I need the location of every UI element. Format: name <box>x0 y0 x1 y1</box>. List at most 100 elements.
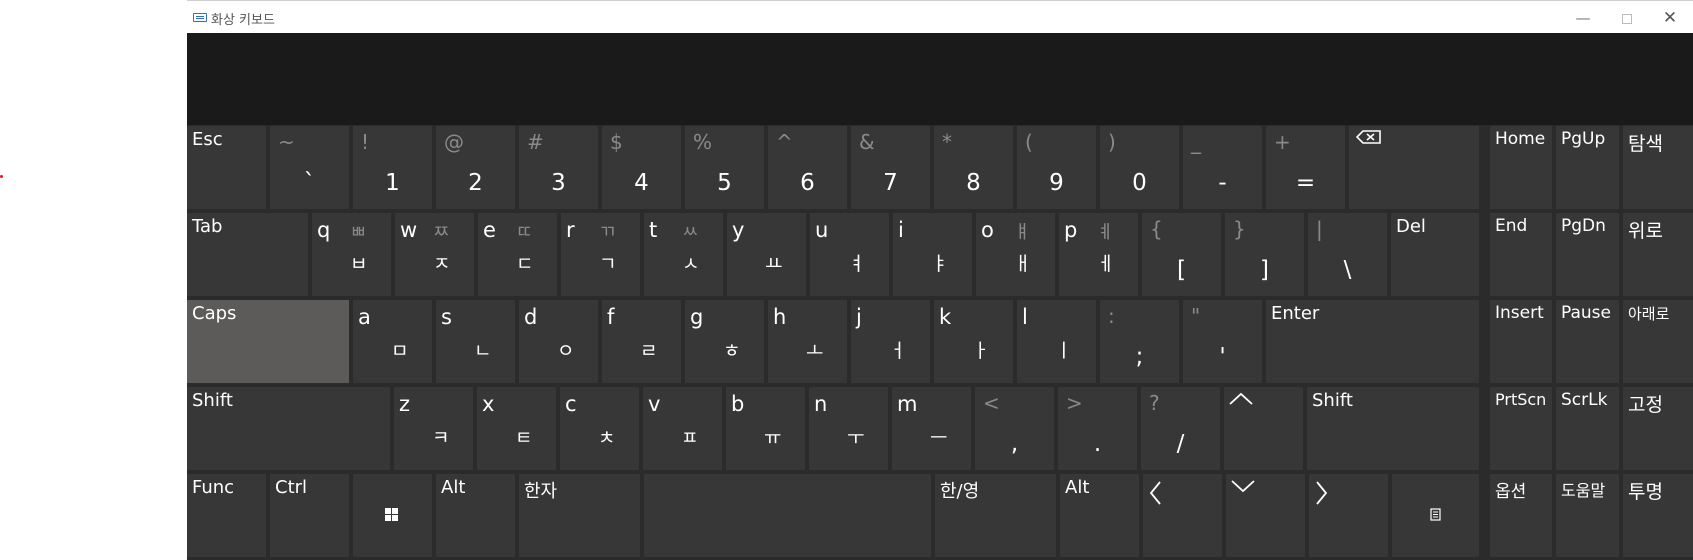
key-main-label: ㅕ <box>848 253 866 275</box>
key-func[interactable]: Func <box>187 474 266 557</box>
key-5[interactable]: % 5 <box>685 126 764 209</box>
key-f[interactable]: fㄹ <box>602 300 681 383</box>
key-m[interactable]: mㅡ <box>892 387 971 470</box>
key-9[interactable]: (9 <box>1017 126 1096 209</box>
key-windows[interactable] <box>353 474 432 557</box>
key-t[interactable]: t ㅆㅅ <box>644 213 723 296</box>
key-ctrl[interactable]: Ctrl <box>270 474 349 557</box>
key-u[interactable]: uㅕ <box>810 213 889 296</box>
key-y[interactable]: yㅛ <box>727 213 806 296</box>
key-letter: t <box>649 218 658 242</box>
key-alt[interactable]: Alt <box>436 474 515 557</box>
key-1[interactable]: ! 1 <box>353 126 432 209</box>
key-7[interactable]: & 7 <box>851 126 930 209</box>
key-dock[interactable]: 고정 <box>1623 387 1693 470</box>
key-left-bracket[interactable]: {[ <box>1142 213 1221 296</box>
key-pgdn[interactable]: PgDn <box>1556 213 1619 296</box>
key-move-down[interactable]: 아래로 <box>1623 300 1693 383</box>
key-x[interactable]: xㅌ <box>477 387 556 470</box>
key-backspace[interactable] <box>1349 126 1479 209</box>
key-i[interactable]: iㅑ <box>893 213 972 296</box>
key-up-arrow[interactable] <box>1224 387 1303 470</box>
key-insert[interactable]: Insert <box>1490 300 1552 383</box>
key-p[interactable]: pㅖㅔ <box>1059 213 1138 296</box>
key-right-bracket[interactable]: }] <box>1225 213 1304 296</box>
key-backslash[interactable]: | \ <box>1308 213 1387 296</box>
key-s[interactable]: sㄴ <box>436 300 515 383</box>
key-enter[interactable]: Enter <box>1266 300 1479 383</box>
key-esc[interactable]: Esc <box>187 126 266 209</box>
key-move-up[interactable]: 위로 <box>1623 213 1693 296</box>
key-letter: c <box>565 392 577 416</box>
key-d[interactable]: dㅇ <box>519 300 598 383</box>
key-tab[interactable]: Tab <box>187 213 308 296</box>
key-z[interactable]: zㅋ <box>394 387 473 470</box>
key-2[interactable]: @2 <box>436 126 515 209</box>
key-4[interactable]: $4 <box>602 126 681 209</box>
key-8[interactable]: * 8 <box>934 126 1013 209</box>
key-right-alt[interactable]: Alt <box>1060 474 1139 557</box>
key-label: 위로 <box>1628 220 1663 242</box>
key-help[interactable]: 도움말 <box>1556 474 1619 557</box>
maximize-button[interactable] <box>1610 5 1644 31</box>
key-n[interactable]: nㅜ <box>809 387 888 470</box>
key-label: Shift <box>192 390 233 411</box>
key-fade[interactable]: 투명 <box>1623 474 1693 557</box>
key-minus[interactable]: _ - <box>1183 126 1262 209</box>
key-letter: f <box>607 305 615 329</box>
key-comma[interactable]: <, <box>975 387 1054 470</box>
key-hanyeong[interactable]: 한/영 <box>935 474 1056 557</box>
key-g[interactable]: gㅎ <box>685 300 764 383</box>
key-slash[interactable]: ? / <box>1141 387 1220 470</box>
key-main-label: ㅂ <box>350 253 368 275</box>
title-bar[interactable]: 화상 키보드 — ✕ <box>187 0 1693 33</box>
key-semicolon[interactable]: :; <box>1100 300 1179 383</box>
key-e[interactable]: eㄸㄷ <box>478 213 557 296</box>
key-space[interactable] <box>644 474 931 557</box>
key-quote[interactable]: " ' <box>1183 300 1262 383</box>
key-backtick[interactable]: ~ ` <box>270 126 349 209</box>
key-scrlk[interactable]: ScrLk <box>1556 387 1619 470</box>
key-end[interactable]: End <box>1490 213 1552 296</box>
key-caps[interactable]: Caps <box>187 300 349 383</box>
key-label: 도움말 <box>1561 481 1606 500</box>
key-v[interactable]: vㅍ <box>643 387 722 470</box>
key-left-arrow[interactable] <box>1143 474 1222 557</box>
minimize-button[interactable]: — <box>1566 5 1600 31</box>
key-w[interactable]: wㅉㅈ <box>395 213 474 296</box>
key-home[interactable]: Home <box>1490 126 1552 209</box>
key-prtscn[interactable]: PrtScn <box>1490 387 1552 470</box>
key-pause[interactable]: Pause <box>1556 300 1619 383</box>
key-shift-label: { <box>1150 217 1163 241</box>
key-q[interactable]: qㅃㅂ <box>312 213 391 296</box>
key-pgup[interactable]: PgUp <box>1556 126 1619 209</box>
key-hanja[interactable]: 한자 <box>519 474 640 557</box>
key-3[interactable]: #3 <box>519 126 598 209</box>
key-main-label: 6 <box>800 170 815 196</box>
key-j[interactable]: jㅓ <box>851 300 930 383</box>
key-left-shift[interactable]: Shift <box>187 387 390 470</box>
key-equal[interactable]: + = <box>1266 126 1345 209</box>
key-l[interactable]: lㅣ <box>1017 300 1096 383</box>
key-a[interactable]: aㅁ <box>353 300 432 383</box>
key-options[interactable]: 옵션 <box>1490 474 1552 557</box>
key-6[interactable]: ^ 6 <box>768 126 847 209</box>
key-c[interactable]: cㅊ <box>560 387 639 470</box>
key-context-menu[interactable] <box>1392 474 1479 557</box>
key-k[interactable]: kㅏ <box>934 300 1013 383</box>
key-right-arrow[interactable] <box>1309 474 1388 557</box>
key-b[interactable]: bㅠ <box>726 387 805 470</box>
key-navigate[interactable]: 탐색 <box>1623 126 1693 209</box>
key-period[interactable]: >. <box>1058 387 1137 470</box>
key-r[interactable]: r ㄲㄱ <box>561 213 640 296</box>
key-o[interactable]: oㅒㅐ <box>976 213 1055 296</box>
key-h[interactable]: hㅗ <box>768 300 847 383</box>
key-shift-label: # <box>527 130 544 154</box>
key-right-shift[interactable]: Shift <box>1307 387 1479 470</box>
close-button[interactable]: ✕ <box>1653 5 1687 31</box>
key-label: End <box>1495 216 1528 236</box>
key-shift-label: & <box>859 130 875 154</box>
key-down-arrow[interactable] <box>1226 474 1305 557</box>
key-del[interactable]: Del <box>1391 213 1479 296</box>
key-0[interactable]: ) 0 <box>1100 126 1179 209</box>
